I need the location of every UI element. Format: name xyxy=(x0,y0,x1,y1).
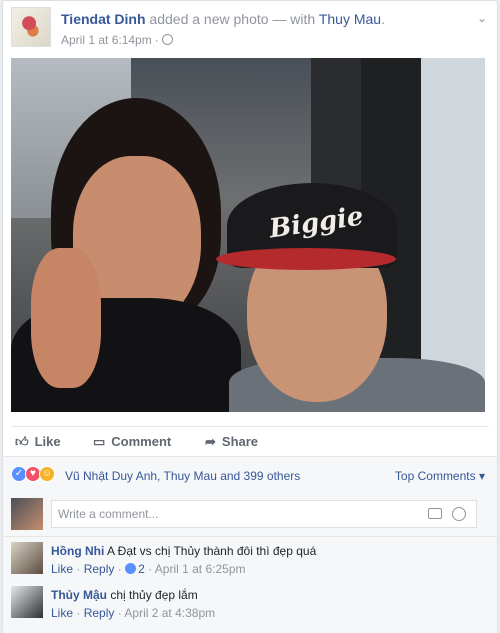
viewer-avatar xyxy=(11,498,43,530)
comment-like-count[interactable]: 2 xyxy=(138,562,145,576)
thumbs-up-icon xyxy=(125,563,137,574)
post-card: Tiendat Dinh added a new photo — with Th… xyxy=(2,0,498,633)
chevron-down-icon: ▾ xyxy=(478,469,485,483)
meta-separator: · xyxy=(154,33,159,47)
comment-input-box[interactable] xyxy=(51,500,477,528)
commenter-avatar[interactable] xyxy=(11,586,43,618)
reactions-summary[interactable]: Vũ Nhật Duy Anh, Thuy Mau and 399 others xyxy=(65,469,300,483)
post-photo[interactable]: Biggie xyxy=(11,58,485,412)
comment-meta-2: Like · Reply · April 2 at 4:38pm xyxy=(51,606,216,620)
comment-timestamp[interactable]: April 1 at 6:25pm xyxy=(155,562,246,576)
comment-like-link[interactable]: Like xyxy=(51,606,73,620)
globe-icon[interactable] xyxy=(161,34,173,45)
top-comments-dropdown[interactable]: Top Comments ▾ xyxy=(395,469,485,483)
post-headline: Tiendat Dinh added a new photo — with Th… xyxy=(61,11,385,27)
speech-bubble-icon: ▭ xyxy=(93,434,106,449)
comment-author-link[interactable]: Thủy Mậu xyxy=(51,588,107,602)
comments-section: Hồng Nhi A Đạt vs chị Thủy thành đôi thì… xyxy=(3,492,497,633)
comment-body: chị thủy đẹp lắm xyxy=(110,588,198,602)
like-button[interactable]: 👍︎ Like xyxy=(15,434,61,450)
comment-body: A Đạt vs chị Thủy thành đôi thì đẹp quá xyxy=(107,544,317,558)
share-arrow-icon: ➦ xyxy=(205,434,216,449)
commenter-avatar[interactable] xyxy=(11,542,43,574)
post-actions-bar: 👍︎ Like ▭ Comment ➦ Share xyxy=(11,426,489,455)
comment-button[interactable]: ▭ Comment xyxy=(93,434,171,450)
author-name-link[interactable]: Tiendat Dinh xyxy=(61,11,146,27)
comment-reply-link[interactable]: Reply xyxy=(84,606,115,620)
post-header: Tiendat Dinh added a new photo — with Th… xyxy=(11,5,489,49)
comment-like-link[interactable]: Like xyxy=(51,562,73,576)
reactions-bar: ✓ ♥ ☺ Vũ Nhật Duy Anh, Thuy Mau and 399 … xyxy=(3,456,497,493)
tagged-user-link[interactable]: Thuy Mau xyxy=(319,11,381,27)
camera-icon[interactable] xyxy=(428,508,442,519)
headline-period: . xyxy=(381,11,385,27)
thumbs-up-icon: 👍︎ xyxy=(15,434,29,449)
comment-timestamp[interactable]: April 2 at 4:38pm xyxy=(124,606,215,620)
haha-reaction-icon[interactable]: ☺ xyxy=(39,466,55,482)
author-avatar[interactable] xyxy=(11,7,51,47)
comment-author-link[interactable]: Hồng Nhi xyxy=(51,544,104,558)
chevron-down-icon[interactable]: ⌄ xyxy=(477,11,487,25)
post-timestamp[interactable]: April 1 at 6:14pm xyxy=(61,33,152,47)
comment-text-2: Thủy Mậu chị thủy đẹp lắm xyxy=(51,588,198,602)
comment-reply-link[interactable]: Reply xyxy=(84,562,115,576)
comment-meta-1: Like · Reply · 2 · April 1 at 6:25pm xyxy=(51,562,246,576)
smiley-icon[interactable] xyxy=(452,507,466,521)
share-button[interactable]: ➦ Share xyxy=(205,434,258,450)
comment-text-1: Hồng Nhi A Đạt vs chị Thủy thành đôi thì… xyxy=(51,544,316,558)
comment-input[interactable] xyxy=(52,501,424,527)
post-action-text: added a new photo — with xyxy=(149,11,316,27)
post-meta: April 1 at 6:14pm · xyxy=(61,33,173,47)
